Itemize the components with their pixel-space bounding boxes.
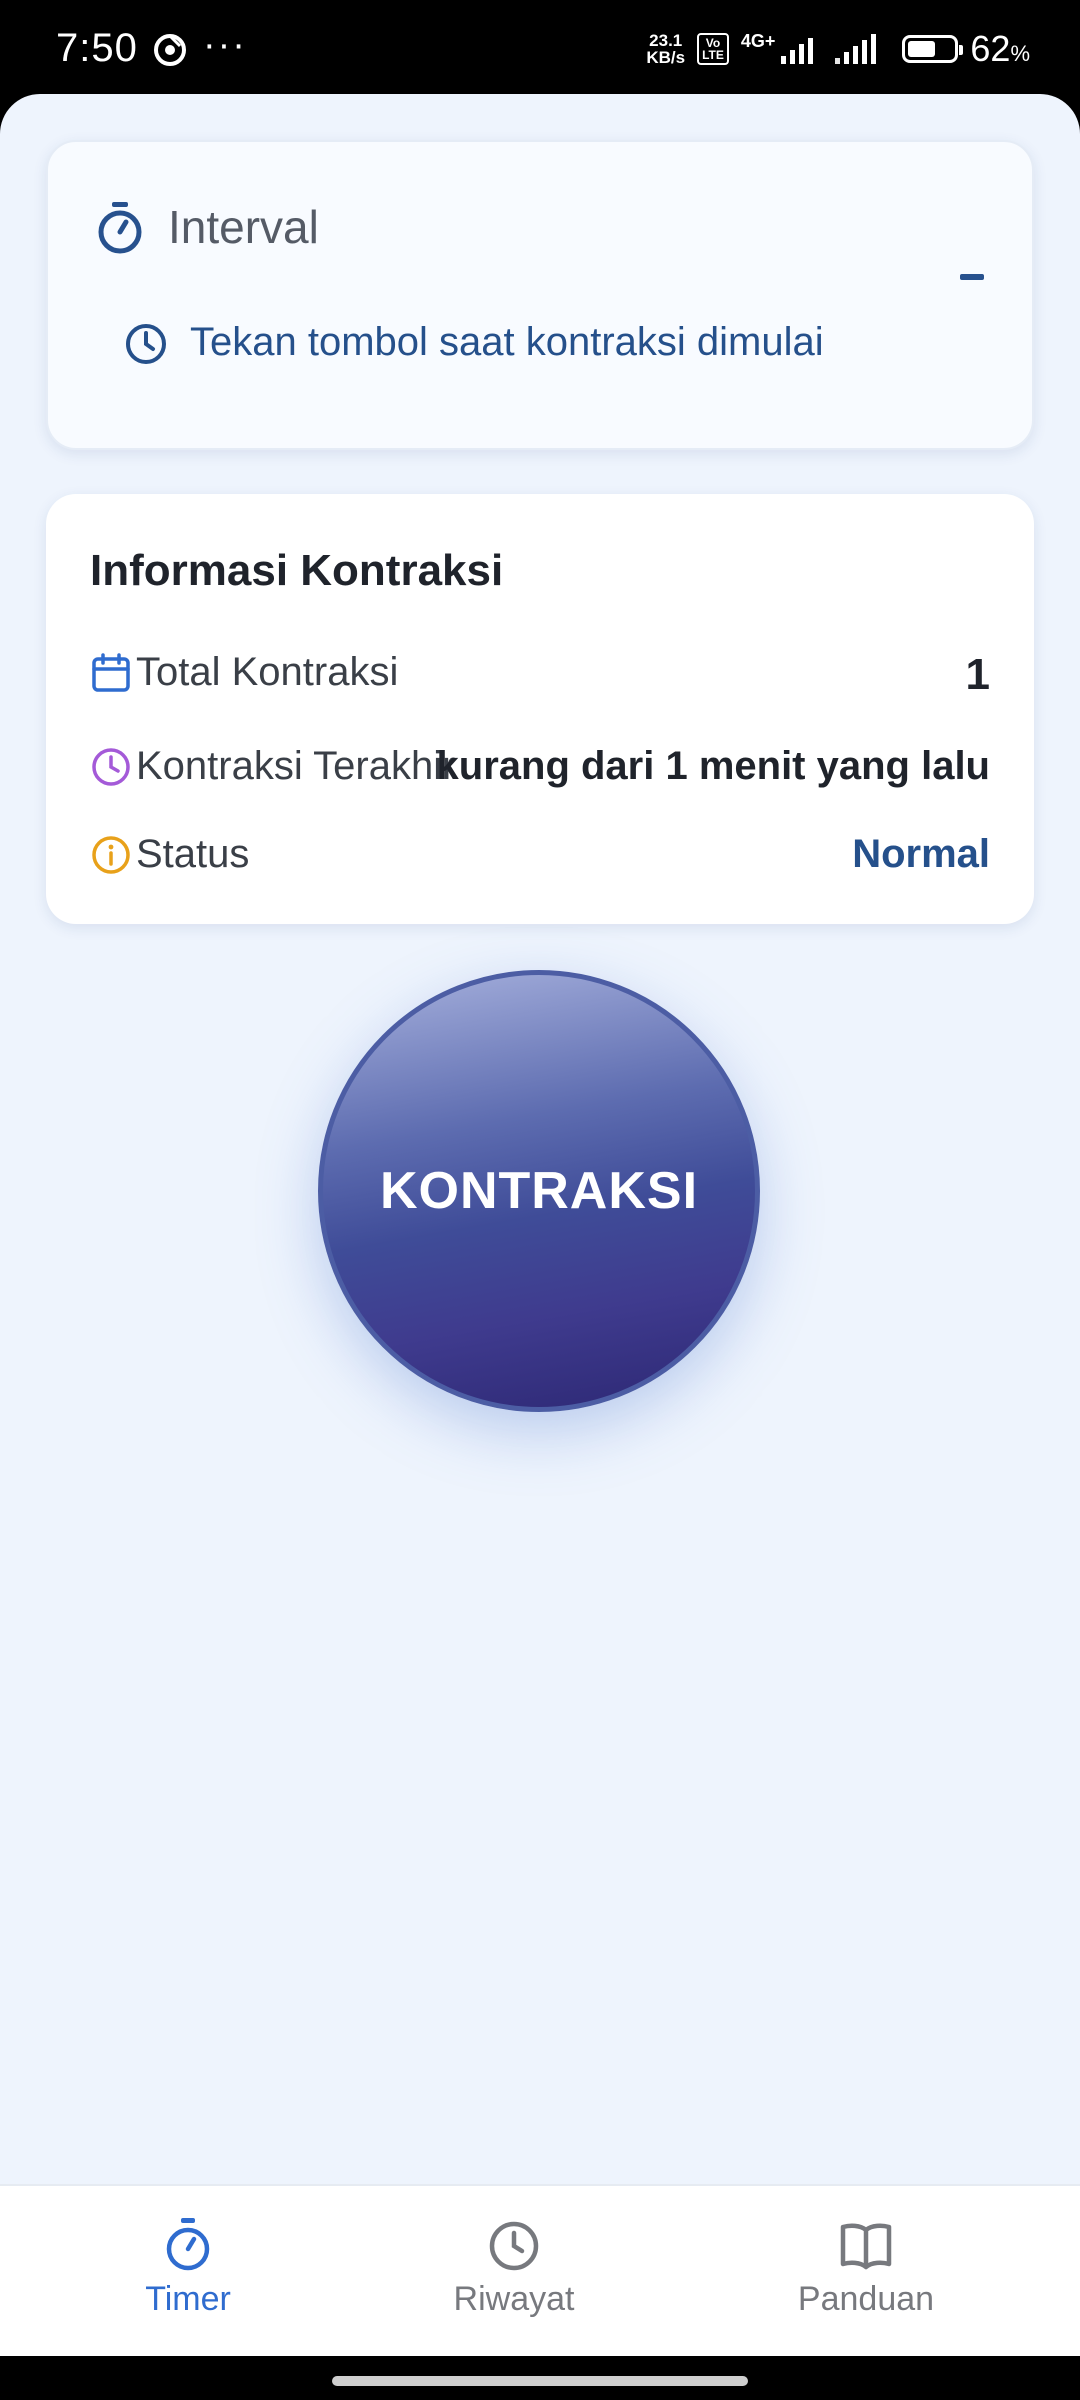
volte-badge: Vo LTE — [697, 33, 729, 65]
nav-tab-riwayat[interactable]: Riwayat — [404, 2216, 624, 2319]
status-time: 7:50 — [56, 26, 138, 70]
info-label: Kontraksi Terakhir — [136, 744, 456, 788]
calendar-icon — [92, 653, 130, 692]
info-row-status: Status Normal — [90, 826, 990, 886]
info-card-title: Informasi Kontraksi — [90, 546, 504, 595]
stopwatch-icon — [98, 202, 142, 254]
collapse-icon[interactable] — [960, 274, 984, 280]
info-row-last: Kontraksi Terakhir kurang dari 1 menit y… — [90, 738, 990, 798]
nav-label: Panduan — [797, 2280, 935, 2318]
interval-title: Interval — [168, 201, 319, 253]
clock-icon — [92, 748, 130, 786]
book-icon — [840, 2223, 892, 2270]
info-label: Status — [136, 832, 250, 876]
interval-card[interactable]: Interval Tekan tombol saat kontraksi dim… — [46, 140, 1034, 450]
info-row-total: Total Kontraksi 1 — [90, 644, 990, 704]
chrome-icon — [154, 34, 186, 66]
info-value: 1 — [965, 650, 990, 699]
interval-hint: Tekan tombol saat kontraksi dimulai — [190, 320, 824, 364]
network-type: 4G+ — [740, 30, 776, 51]
stopwatch-icon — [166, 2218, 210, 2271]
signal-icon-2 — [835, 34, 877, 64]
battery-icon — [902, 35, 964, 63]
nav-label: Timer — [145, 2280, 231, 2318]
contraction-button[interactable]: KONTRAKSI — [318, 970, 760, 1412]
bottom-navigation: Timer Riwayat Panduan — [0, 2184, 1080, 2358]
app-screen: Interval Tekan tombol saat kontraksi dim… — [0, 94, 1080, 2184]
info-value: kurang dari 1 menit yang lalu — [436, 744, 990, 788]
battery-percent: 62% — [970, 28, 1030, 69]
info-label: Total Kontraksi — [136, 650, 399, 694]
clock-icon — [489, 2221, 539, 2271]
clock-icon — [126, 324, 166, 364]
status-value: Normal — [852, 832, 990, 876]
nav-tab-timer[interactable]: Timer — [78, 2216, 298, 2319]
home-indicator[interactable] — [332, 2376, 748, 2386]
nav-tab-panduan[interactable]: Panduan — [756, 2216, 976, 2319]
network-speed: 23.1 KB/s — [646, 31, 686, 67]
signal-icon — [781, 34, 814, 64]
contraction-info-card: Informasi Kontraksi Total Kontraksi 1 Ko… — [46, 494, 1034, 924]
more-notifications-icon: ··· — [203, 24, 247, 66]
gesture-bar — [0, 2356, 1080, 2400]
nav-label: Riwayat — [453, 2280, 575, 2318]
status-bar: 7:50 ··· 23.1 KB/s Vo LTE 4G+ 62% — [0, 0, 1080, 96]
status-indicators: 23.1 KB/s Vo LTE 4G+ 62% — [646, 28, 1030, 70]
info-icon — [92, 836, 130, 874]
